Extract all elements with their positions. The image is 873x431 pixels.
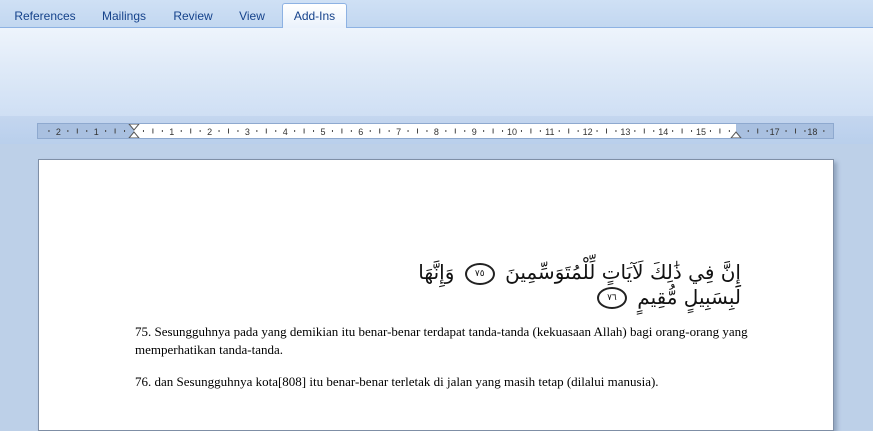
ribbon-tab-bar: References Mailings Review View Add-Ins	[0, 0, 873, 28]
translation-75: 75. Sesungguhnya pada yang demikian itu …	[135, 324, 748, 357]
ruler-number: 6	[358, 127, 363, 137]
ruler-number: 3	[245, 127, 250, 137]
tab-view[interactable]: View	[230, 5, 274, 27]
translation-76: 76. dan Sesungguhnya kota[808] itu benar…	[135, 374, 659, 389]
first-line-indent-marker[interactable]	[128, 124, 140, 131]
tab-add-ins[interactable]: Add-Ins	[282, 3, 347, 28]
hanging-indent-marker[interactable]	[128, 131, 140, 138]
ruler-number: 9	[472, 127, 477, 137]
document-page[interactable]: إِنَّ فِي ذَٰلِكَ لَآيَاتٍ لِّلْمُتَوَسِ…	[38, 159, 834, 431]
ruler-number: 1	[94, 127, 99, 137]
ruler-number: 4	[283, 127, 288, 137]
tab-mailings[interactable]: Mailings	[94, 5, 154, 27]
tab-review[interactable]: Review	[165, 5, 221, 27]
ruler-number: 2	[207, 127, 212, 137]
ruler-number: 5	[320, 127, 325, 137]
ruler-number: 17	[770, 127, 780, 137]
ruler-number: 14	[658, 127, 668, 137]
horizontal-ruler[interactable]: 2 1 1 2 3 4 5 6 7 8 9 10 11 12 13 14 15 17 18	[37, 123, 834, 139]
right-indent-marker[interactable]	[730, 131, 742, 138]
ribbon-panel	[0, 27, 873, 117]
ruler-number: 2	[56, 127, 61, 137]
verse-number-76: ٧٦	[596, 287, 627, 309]
ruler-number: 1	[169, 127, 174, 137]
ruler-number: 18	[807, 127, 817, 137]
ruler-number: 15	[696, 127, 706, 137]
ruler-number: 11	[545, 127, 554, 137]
ruler-number: 8	[434, 127, 439, 137]
ruler-number: 13	[620, 127, 630, 137]
arabic-verse-75: إِنَّ فِي ذَٰلِكَ لَآيَاتٍ لِّلْمُتَوَسِ…	[505, 260, 741, 284]
ruler-number: 7	[396, 127, 401, 137]
ruler-number: 10	[507, 127, 517, 137]
ruler-ticks: 2 1 1 2 3 4 5 6 7 8 9 10 11 12 13 14 15 17 18	[48, 124, 825, 138]
ruler-number: 12	[583, 127, 593, 137]
verse-number-75: ٧٥	[464, 262, 495, 285]
arabic-verse: إِنَّ فِي ذَٰلِكَ لَآيَاتٍ لِّلْمُتَوَسِ…	[361, 260, 741, 309]
tab-references[interactable]: References	[8, 5, 82, 27]
